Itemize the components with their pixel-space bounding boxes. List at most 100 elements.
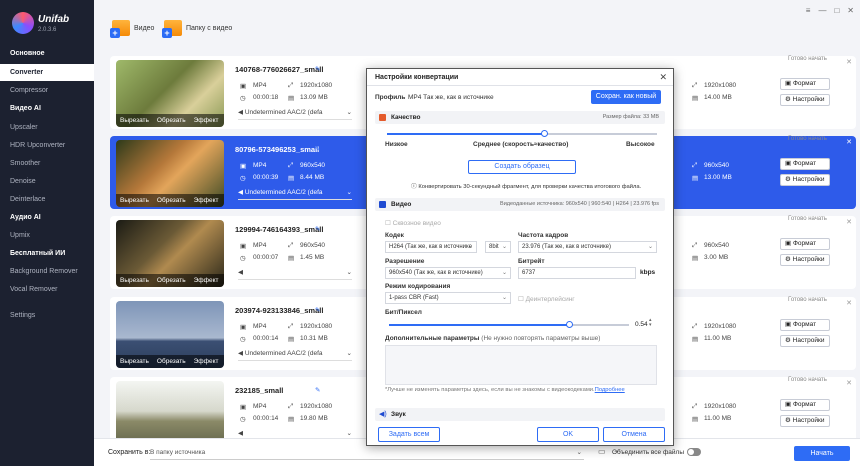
nav-converter[interactable]: Converter [0,64,94,81]
status-ready: Готово начать [788,136,827,142]
quality-slider[interactable] [387,130,657,137]
edit-name-icon[interactable]: ✎ [315,225,320,233]
video-thumbnail[interactable]: Вырезать Обрезать Эффект [116,301,224,368]
nav-background-remover[interactable]: Background Remover [0,263,94,280]
ok-button[interactable]: OK [537,427,599,442]
remove-row-icon[interactable]: ✕ [846,379,852,387]
edit-name-icon[interactable]: ✎ [315,306,320,314]
remove-row-icon[interactable]: ✕ [846,218,852,226]
quality-slider-knob[interactable] [540,130,548,137]
source-resolution: 960x540 [300,242,325,249]
tool-cut-button[interactable]: Вырезать [120,277,149,284]
tool-effect-button[interactable]: Эффект [194,277,219,284]
format-icon: ▣ [240,83,247,90]
save-path-select[interactable]: В папку источника ⌄ [150,446,584,460]
quality-section-header[interactable]: Качество Размер файла: 33 MB [375,111,665,124]
format-icon: ▣ [240,243,247,250]
format-button[interactable]: ▣ Формат [780,319,830,331]
video-thumbnail[interactable]: Вырезать Обрезать Эффект [116,60,224,127]
row-settings-button[interactable]: ⚙ Настройки [780,254,830,266]
output-resolution-icon: ⤢ [692,82,698,89]
tool-effect-button[interactable]: Эффект [194,358,219,365]
start-button[interactable]: Начать [794,446,850,461]
edit-name-icon[interactable]: ✎ [315,386,320,394]
merge-toggle[interactable] [687,448,701,456]
audio-track-select[interactable]: ◀ ⌄ [238,268,352,280]
fps-select[interactable]: 23.976 (Так же, как в источнике) ⌄ [518,241,657,253]
sample-note: ⓘ Конвертировать 30-секундный фрагмент, … [411,184,642,190]
tool-effect-button[interactable]: Эффект [194,117,219,124]
video-thumbnail[interactable]: Вырезать Обрезать Эффект [116,140,224,207]
nav-deinterlace[interactable]: Deinterlace [0,191,94,208]
edit-name-icon[interactable]: ✎ [315,145,320,153]
bpp-stepper[interactable]: ▴ ▾ [649,318,652,328]
deinterlace-checkbox[interactable]: ☐ Деинтерлейсинг [518,295,575,303]
bitrate-input[interactable]: 6737 [518,267,636,279]
minimize-icon[interactable]: — [818,6,826,15]
nav-compressor[interactable]: Compressor [0,82,94,99]
tool-cut-button[interactable]: Вырезать [120,197,149,204]
bpp-slider[interactable] [389,321,629,328]
extra-params-textarea[interactable] [385,345,657,385]
audio-section-header[interactable]: ◀) Звук [375,408,665,421]
add-folder-button[interactable]: + Папку с видео [162,20,232,38]
create-sample-button[interactable]: Создать образец [468,160,576,174]
audio-track-select[interactable]: ◀ Undetermined AAC/2 (defa ⌄ [238,349,352,361]
output-resolution: 1920x1080 [704,403,737,410]
audio-track-select[interactable]: ◀ Undetermined AAC/2 (defa ⌄ [238,188,352,200]
tool-cut-button[interactable]: Вырезать [120,117,149,124]
add-video-button[interactable]: + Видео [110,20,154,38]
tool-crop-button[interactable]: Обрезать [157,197,186,204]
gear-icon: ⚙ [785,176,793,183]
resolution-select[interactable]: 960x540 (Так же, как в источнике) ⌄ [385,267,511,279]
nav-denoise[interactable]: Denoise [0,173,94,190]
encoding-mode-select[interactable]: 1-pass CBR (Fast) ⌄ [385,292,511,304]
learn-more-link[interactable]: Подробнее [595,387,625,393]
audio-track-select[interactable]: ◀ Undetermined AAC/2 (defa ⌄ [238,108,352,120]
row-settings-button[interactable]: ⚙ Настройки [780,94,830,106]
thumbnail-tools: Вырезать Обрезать Эффект [116,274,224,287]
row-settings-button[interactable]: ⚙ Настройки [780,174,830,186]
nav-vocal-remover[interactable]: Vocal Remover [0,281,94,298]
nav-smoother[interactable]: Smoother [0,155,94,172]
tool-cut-button[interactable]: Вырезать [120,358,149,365]
status-ready: Готово начать [788,377,827,383]
menu-icon[interactable]: ≡ [806,6,811,15]
apply-all-button[interactable]: Задать всем [378,427,440,442]
bitdepth-select[interactable]: 8bit ⌄ [485,241,511,253]
edit-name-icon[interactable]: ✎ [315,65,320,73]
nav-hdr-upconverter[interactable]: HDR Upconverter [0,137,94,154]
row-settings-button[interactable]: ⚙ Настройки [780,415,830,427]
close-icon[interactable]: ✕ [847,6,854,15]
tool-effect-button[interactable]: Эффект [194,197,219,204]
gear-icon: ⚙ [785,256,793,263]
remove-row-icon[interactable]: ✕ [846,138,852,146]
tool-crop-button[interactable]: Обрезать [157,117,186,124]
format-button[interactable]: ▣ Формат [780,399,830,411]
nav-settings[interactable]: Settings [0,307,94,324]
source-resolution: 960x540 [300,162,325,169]
passthrough-checkbox[interactable]: ☐ Сквозное видео [385,219,441,227]
nav-upscaler[interactable]: Upscaler [0,119,94,136]
tool-crop-button[interactable]: Обрезать [157,277,186,284]
save-to-label: Сохранить в: [108,449,151,456]
codec-select[interactable]: H264 (Так же, как в источнике ⌄ [385,241,477,253]
save-as-new-button[interactable]: Сохран. как новый [591,90,661,104]
remove-row-icon[interactable]: ✕ [846,58,852,66]
nav-upmix[interactable]: Upmix [0,227,94,244]
format-button[interactable]: ▣ Формат [780,158,830,170]
video-section-header[interactable]: Видео Видеоданные источника: 960x540 | 9… [375,198,665,211]
maximize-icon[interactable]: □ [834,6,839,15]
row-settings-button[interactable]: ⚙ Настройки [780,335,830,347]
format-button[interactable]: ▣ Формат [780,78,830,90]
remove-row-icon[interactable]: ✕ [846,299,852,307]
quality-mid-label: Среднее (скорость≈качество) [473,141,569,148]
tool-crop-button[interactable]: Обрезать [157,358,186,365]
extra-params-label: Дополнительные параметры (Не нужно повто… [385,335,601,342]
format-button[interactable]: ▣ Формат [780,238,830,250]
video-thumbnail[interactable]: Вырезать Обрезать Эффект [116,220,224,287]
bpp-slider-knob[interactable] [566,321,573,328]
close-icon[interactable]: ✕ [659,72,667,83]
cancel-button[interactable]: Отмена [603,427,665,442]
folder-icon[interactable]: ▭ [598,447,606,456]
